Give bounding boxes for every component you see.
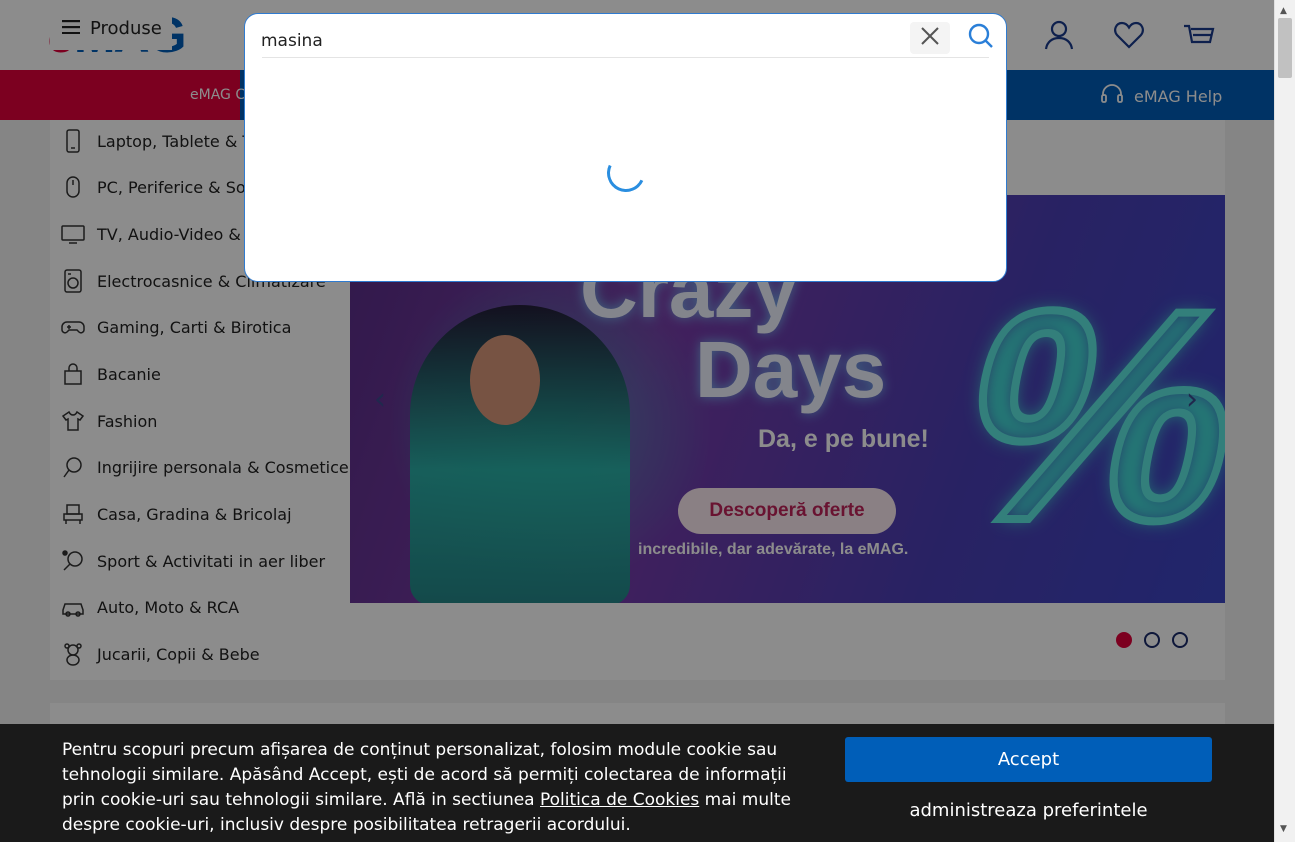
search-popup	[244, 13, 1007, 282]
page-scrollbar[interactable]: ▲ ▼	[1274, 0, 1295, 842]
scroll-down-icon[interactable]: ▼	[1280, 824, 1287, 834]
search-input[interactable]	[261, 22, 901, 60]
search-divider	[262, 57, 989, 58]
search-submit-button[interactable]	[963, 20, 999, 56]
manage-preferences-link[interactable]: administreaza preferintele	[845, 800, 1212, 821]
loading-spinner-icon	[601, 148, 651, 198]
search-icon	[968, 23, 994, 53]
cookie-policy-link[interactable]: Politica de Cookies	[540, 790, 699, 810]
scrollbar-thumb[interactable]	[1278, 18, 1292, 78]
cookie-banner: Pentru scopuri precum afișarea de conțin…	[0, 724, 1274, 842]
clear-search-button[interactable]	[910, 22, 950, 54]
close-icon	[920, 26, 940, 50]
cookie-text: Pentru scopuri precum afișarea de conțin…	[62, 738, 822, 838]
accept-cookies-button[interactable]: Accept	[845, 737, 1212, 782]
scroll-up-icon[interactable]: ▲	[1280, 6, 1287, 16]
